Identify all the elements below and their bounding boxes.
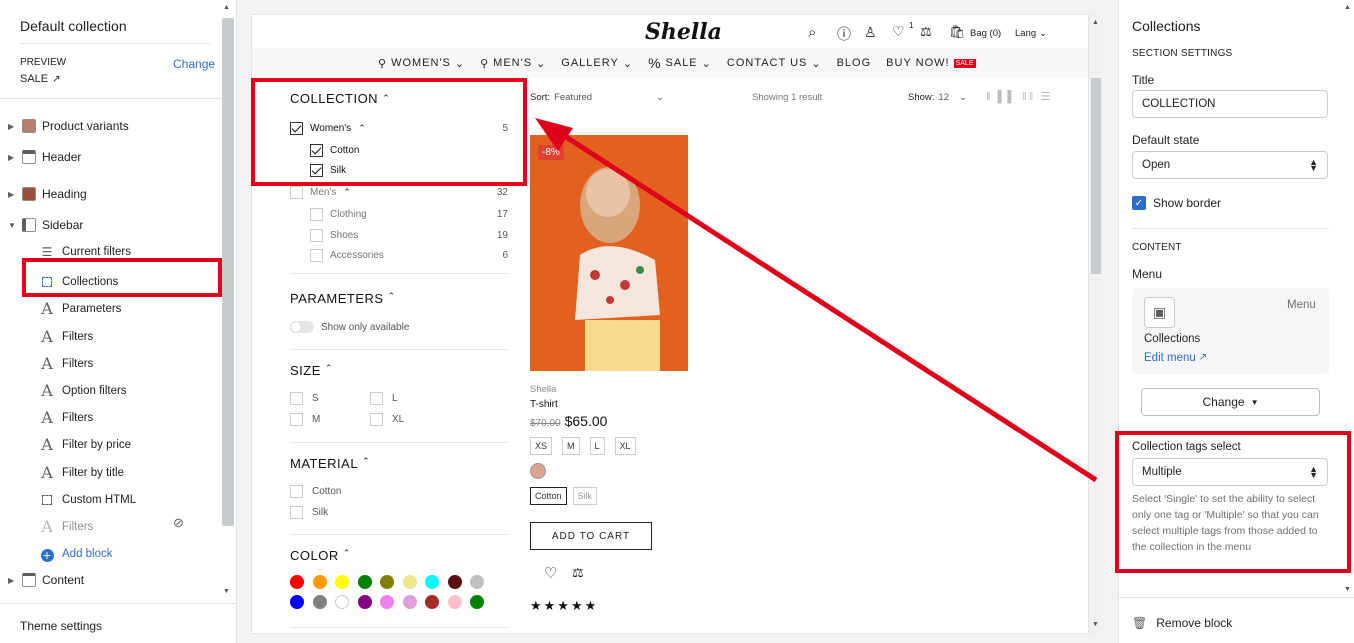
edit-menu-label: Edit menu [1144,352,1196,364]
divider [1119,597,1354,598]
select-value: Open [1142,159,1171,171]
trash-icon: 🗑 [1132,616,1148,630]
divider [1132,228,1329,229]
select-arrows-icon: ▲ ▼ [1309,157,1318,173]
arrow-head [535,118,573,151]
change-button-label: Change [1202,395,1245,409]
default-state-select[interactable]: Open ▲ ▼ [1132,151,1328,179]
scroll-up-icon[interactable]: ▲ [1344,4,1351,11]
menu-card: ▣ Menu Collections Edit menu ↗ [1132,288,1329,374]
external-link-icon: ↗ [1198,352,1208,363]
title-input-value: COLLECTION [1142,98,1216,110]
scroll-down-icon[interactable]: ▼ [1344,586,1351,593]
default-state-label: Default state [1132,133,1200,147]
arrow-line [558,130,1098,483]
remove-block-label: Remove block [1156,616,1233,630]
show-border-checkbox[interactable]: ✓ Show border [1132,196,1221,210]
edit-menu-link[interactable]: Edit menu ↗ [1144,352,1207,364]
caret-down-icon: ▼ [1250,397,1259,407]
checkbox-label: Show border [1153,196,1222,210]
image-icon: ▣ [1144,297,1175,328]
change-menu-button[interactable]: Change ▼ [1141,388,1320,416]
highlight-box [1115,431,1351,573]
checkbox-checked-icon: ✓ [1132,196,1146,210]
title-input[interactable]: COLLECTION [1132,90,1328,118]
menu-name: Collections [1144,333,1201,345]
menu-tag: Menu [1287,299,1316,311]
content-heading: CONTENT [1132,242,1182,253]
panel-title: Collections [1132,18,1201,34]
menu-label: Menu [1132,267,1163,281]
section-settings-heading: SECTION SETTINGS [1132,48,1233,59]
remove-block-button[interactable]: 🗑 Remove block [1132,616,1232,630]
title-label: Title [1132,73,1155,87]
